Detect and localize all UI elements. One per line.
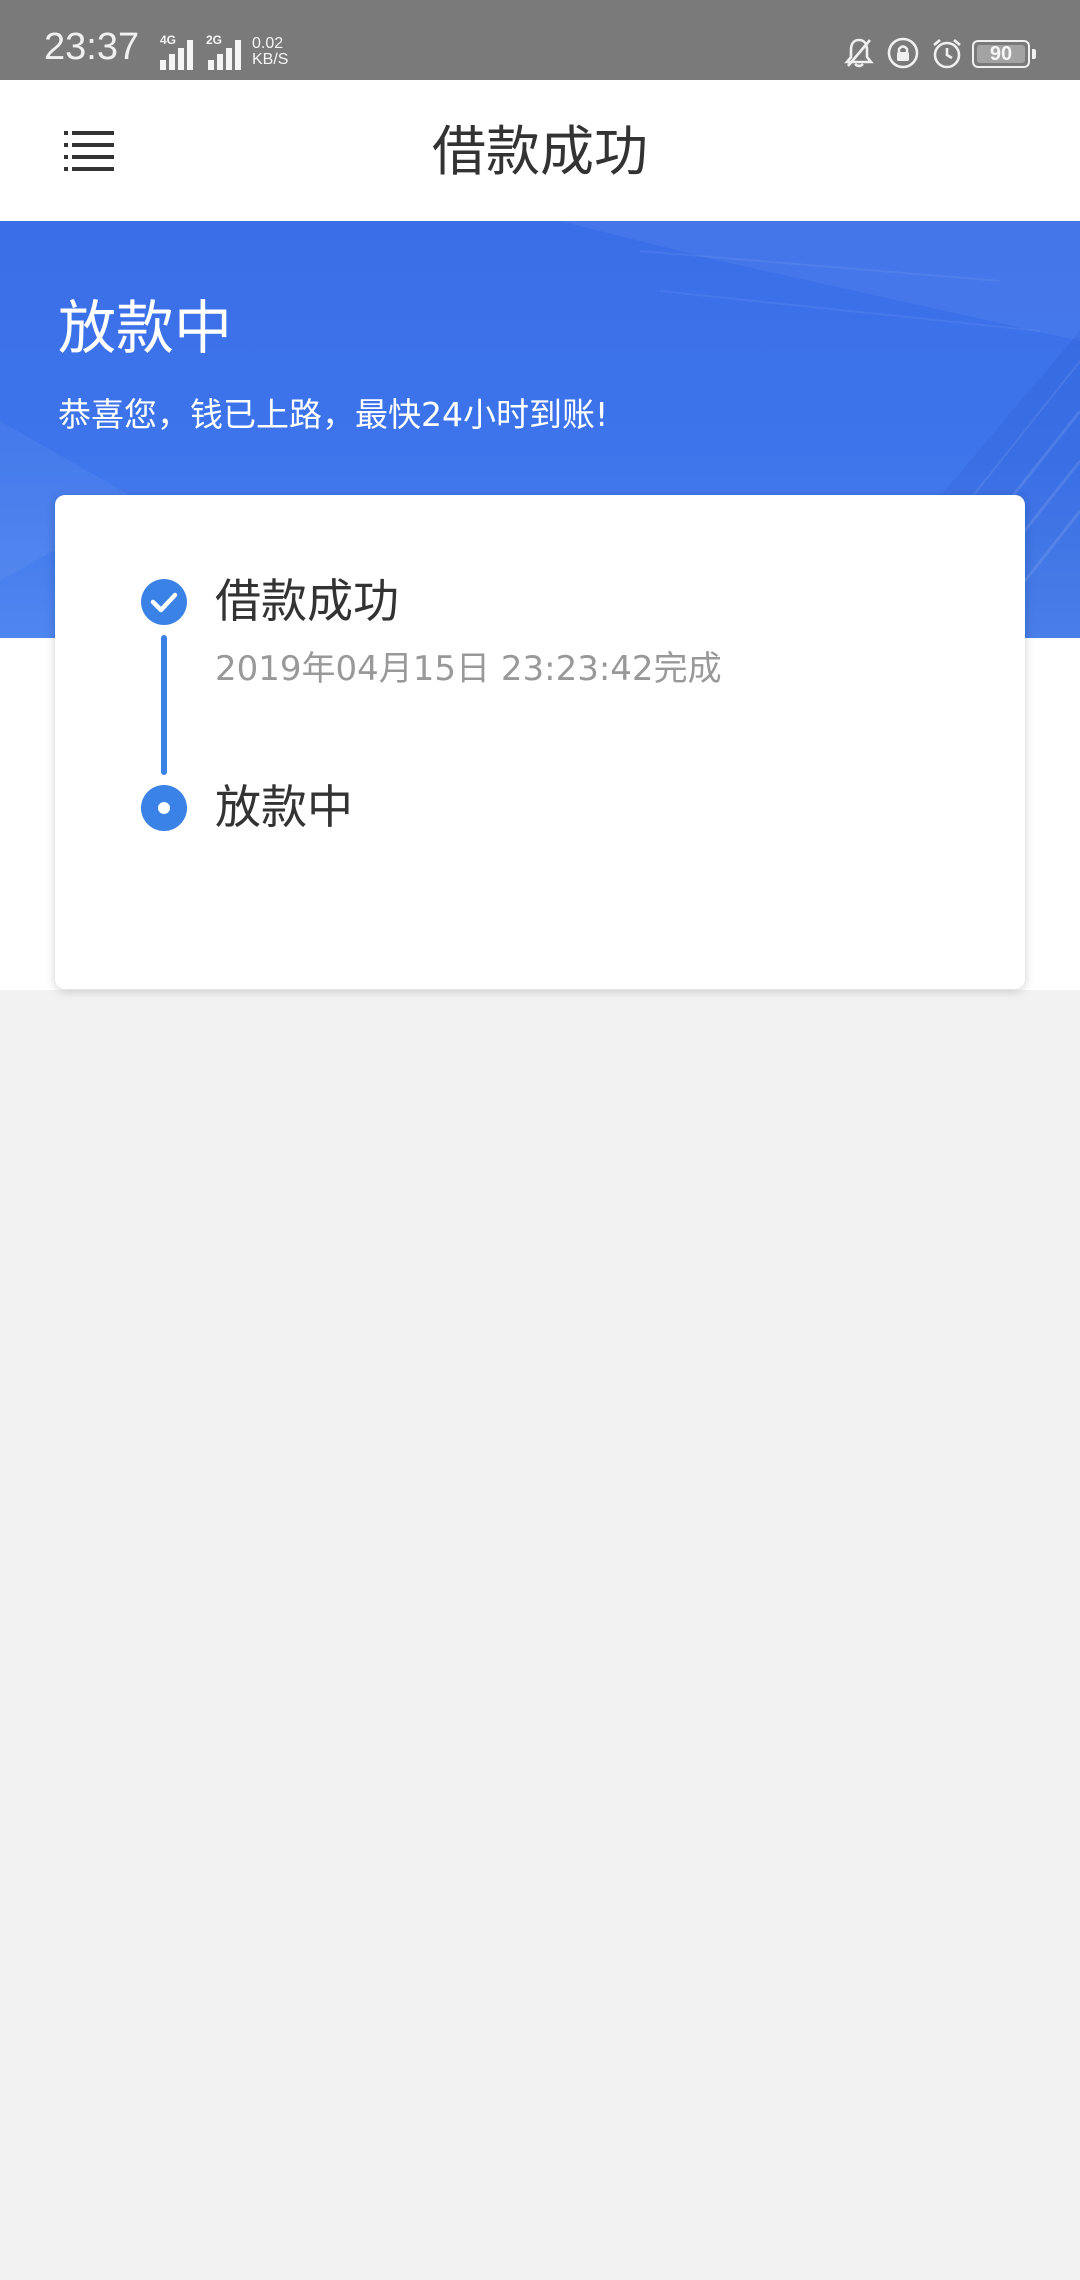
status-bar: 23:37 4G 2G 0.02 KB/S 90 xyxy=(0,0,1080,80)
network-speed-value: 0.02 xyxy=(252,35,284,52)
step-title-loan-success: 借款成功 xyxy=(215,574,399,628)
status-time: 23:37 xyxy=(44,26,140,68)
status-right-icons: 90 xyxy=(842,36,1036,72)
step-time-loan-success: 2019年04月15日 23:23:42完成 xyxy=(215,649,722,689)
bell-off-icon xyxy=(844,38,874,68)
network-speed: 0.02 KB/S xyxy=(252,36,288,68)
check-circle-icon xyxy=(141,579,187,625)
rotation-lock-icon xyxy=(887,37,919,69)
signal-2g-icon: 2G xyxy=(206,34,256,70)
signal-4g-label: 4G xyxy=(160,33,177,47)
battery-icon: 90 xyxy=(972,40,1030,68)
signal-4g-icon: 4G xyxy=(150,34,200,70)
dot-circle-icon xyxy=(141,785,187,831)
network-speed-unit: KB/S xyxy=(252,51,289,68)
timeline-connector xyxy=(161,635,167,775)
screen: 23:37 4G 2G 0.02 KB/S 90 借款成功 放款中 恭喜您，钱已… xyxy=(0,0,1080,2280)
battery-level: 90 xyxy=(989,43,1013,65)
step-title-disbursing: 放款中 xyxy=(215,780,353,834)
banner-title: 放款中 xyxy=(58,294,233,362)
signal-2g-label: 2G xyxy=(206,33,223,47)
banner-subtitle: 恭喜您，钱已上路，最快24小时到账! xyxy=(58,395,609,434)
progress-card: 借款成功 2019年04月15日 23:23:42完成 放款中 xyxy=(55,495,1025,989)
alarm-icon xyxy=(933,39,961,69)
page-title: 借款成功 xyxy=(432,120,648,183)
app-header: 借款成功 xyxy=(0,80,1080,221)
